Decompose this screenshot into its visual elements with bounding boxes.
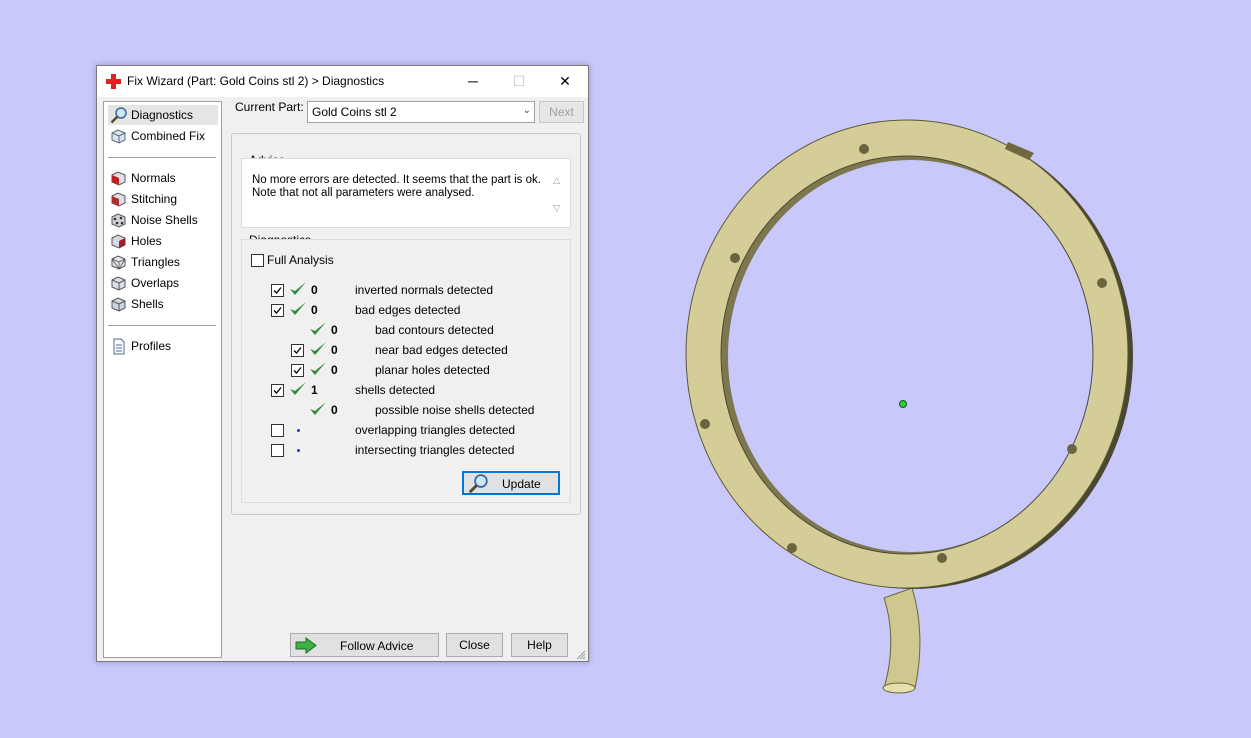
noise-shells-icon xyxy=(111,213,126,228)
advice-line-2: Note that not all parameters were analys… xyxy=(252,187,475,199)
normals-icon xyxy=(111,171,126,186)
nav-label-overlaps: Overlaps xyxy=(131,276,180,290)
scroll-up-icon[interactable]: △ xyxy=(553,175,560,186)
resize-grip-icon[interactable] xyxy=(575,649,586,660)
update-button[interactable]: Update xyxy=(462,471,560,495)
nav-item-triangles[interactable]: Triangles xyxy=(108,252,218,272)
intersecting-triangles-label: intersecting triangles detected xyxy=(355,443,515,457)
scroll-down-icon[interactable]: ▽ xyxy=(553,203,560,214)
noise-shells-label: possible noise shells detected xyxy=(375,403,535,417)
advice-text: No more errors are detected. It seems th… xyxy=(252,174,542,200)
green-arrow-icon xyxy=(295,637,317,654)
overlapping-triangles-label: overlapping triangles detected xyxy=(355,423,516,437)
nav-label-combined-fix: Combined Fix xyxy=(131,129,206,143)
current-part-select[interactable]: Gold Coins stl 2 ⌄ xyxy=(307,101,535,123)
pending-dot-icon xyxy=(297,449,300,452)
wizard-nav-panel: Diagnostics Combined Fix Normals Stitchi… xyxy=(103,101,222,658)
nav-item-normals[interactable]: Normals xyxy=(108,168,218,188)
magnifier-icon xyxy=(468,474,488,494)
nav-item-overlaps[interactable]: Overlaps xyxy=(108,273,218,293)
nav-item-stitching[interactable]: Stitching xyxy=(108,189,218,209)
shells-icon xyxy=(111,297,126,312)
planar-holes-count: 0 xyxy=(331,363,338,377)
inverted-normals-count: 0 xyxy=(311,283,318,297)
full-analysis-label: Full Analysis xyxy=(267,253,334,267)
green-check-icon xyxy=(290,282,306,295)
magnifier-icon xyxy=(110,107,127,124)
nav-label-holes: Holes xyxy=(131,234,162,248)
nav-label-normals: Normals xyxy=(131,171,176,185)
green-check-icon xyxy=(310,322,326,335)
nav-label-diagnostics: Diagnostics xyxy=(131,108,194,122)
planar-holes-label: planar holes detected xyxy=(375,363,490,377)
next-button[interactable]: Next xyxy=(539,101,584,123)
red-cross-icon xyxy=(106,74,121,89)
nav-label-noise-shells: Noise Shells xyxy=(131,213,198,227)
nav-divider xyxy=(108,157,216,158)
chevron-down-icon: ⌄ xyxy=(522,105,531,116)
shells-checkbox[interactable] xyxy=(271,384,284,397)
help-button[interactable]: Help xyxy=(511,633,568,657)
nav-divider xyxy=(108,325,216,326)
intersecting-triangles-checkbox[interactable] xyxy=(271,444,284,457)
close-window-button[interactable]: ✕ xyxy=(542,66,588,97)
nav-item-profiles[interactable]: Profiles xyxy=(108,336,218,356)
nav-item-holes[interactable]: Holes xyxy=(108,231,218,251)
nav-item-shells[interactable]: Shells xyxy=(108,294,218,314)
advice-line-1: No more errors are detected. It seems th… xyxy=(252,174,541,186)
noise-shells-count: 0 xyxy=(331,403,338,417)
green-check-icon xyxy=(310,342,326,355)
fix-wizard-window: Fix Wizard (Part: Gold Coins stl 2) > Di… xyxy=(96,65,589,662)
green-check-icon xyxy=(290,382,306,395)
shells-label: shells detected xyxy=(355,383,436,397)
nav-item-diagnostics[interactable]: Diagnostics xyxy=(108,105,218,125)
green-check-icon xyxy=(310,402,326,415)
nav-item-combined-fix[interactable]: Combined Fix xyxy=(108,126,218,146)
full-analysis-checkbox[interactable] xyxy=(251,254,264,267)
inverted-normals-checkbox[interactable] xyxy=(271,284,284,297)
nav-label-stitching: Stitching xyxy=(131,192,178,206)
triangles-icon xyxy=(111,255,126,270)
green-check-icon xyxy=(310,362,326,375)
follow-advice-button[interactable]: Follow Advice xyxy=(290,633,439,657)
nav-label-shells: Shells xyxy=(131,297,164,311)
window-title: Fix Wizard (Part: Gold Coins stl 2) > Di… xyxy=(127,74,385,88)
update-label: Update xyxy=(502,477,541,491)
holes-icon xyxy=(111,234,126,249)
maximize-button[interactable]: ☐ xyxy=(496,66,542,97)
bad-contours-label: bad contours detected xyxy=(375,323,494,337)
near-bad-edges-count: 0 xyxy=(331,343,338,357)
document-icon xyxy=(113,338,125,355)
bad-contours-count: 0 xyxy=(331,323,338,337)
green-check-icon xyxy=(290,302,306,315)
close-button[interactable]: Close xyxy=(446,633,503,657)
bad-edges-label: bad edges detected xyxy=(355,303,461,317)
overlapping-triangles-checkbox[interactable] xyxy=(271,424,284,437)
current-part-value: Gold Coins stl 2 xyxy=(312,105,397,119)
near-bad-edges-checkbox[interactable] xyxy=(291,344,304,357)
cube-icon xyxy=(111,129,126,144)
follow-advice-label: Follow Advice xyxy=(340,639,414,653)
nav-item-noise-shells[interactable]: Noise Shells xyxy=(108,210,218,230)
current-part-label: Current Part: xyxy=(235,100,304,114)
bad-edges-count: 0 xyxy=(311,303,318,317)
minimize-button[interactable]: ─ xyxy=(450,66,496,97)
nav-label-triangles: Triangles xyxy=(131,255,180,269)
planar-holes-checkbox[interactable] xyxy=(291,364,304,377)
inverted-normals-label: inverted normals detected xyxy=(355,283,494,297)
shells-count: 1 xyxy=(311,383,318,397)
overlaps-icon xyxy=(111,276,126,291)
stitching-icon xyxy=(111,192,126,207)
title-bar[interactable]: Fix Wizard (Part: Gold Coins stl 2) > Di… xyxy=(97,66,588,97)
advice-box: No more errors are detected. It seems th… xyxy=(241,158,571,228)
pending-dot-icon xyxy=(297,429,300,432)
nav-label-profiles: Profiles xyxy=(131,339,172,353)
bad-edges-checkbox[interactable] xyxy=(271,304,284,317)
near-bad-edges-label: near bad edges detected xyxy=(375,343,508,357)
